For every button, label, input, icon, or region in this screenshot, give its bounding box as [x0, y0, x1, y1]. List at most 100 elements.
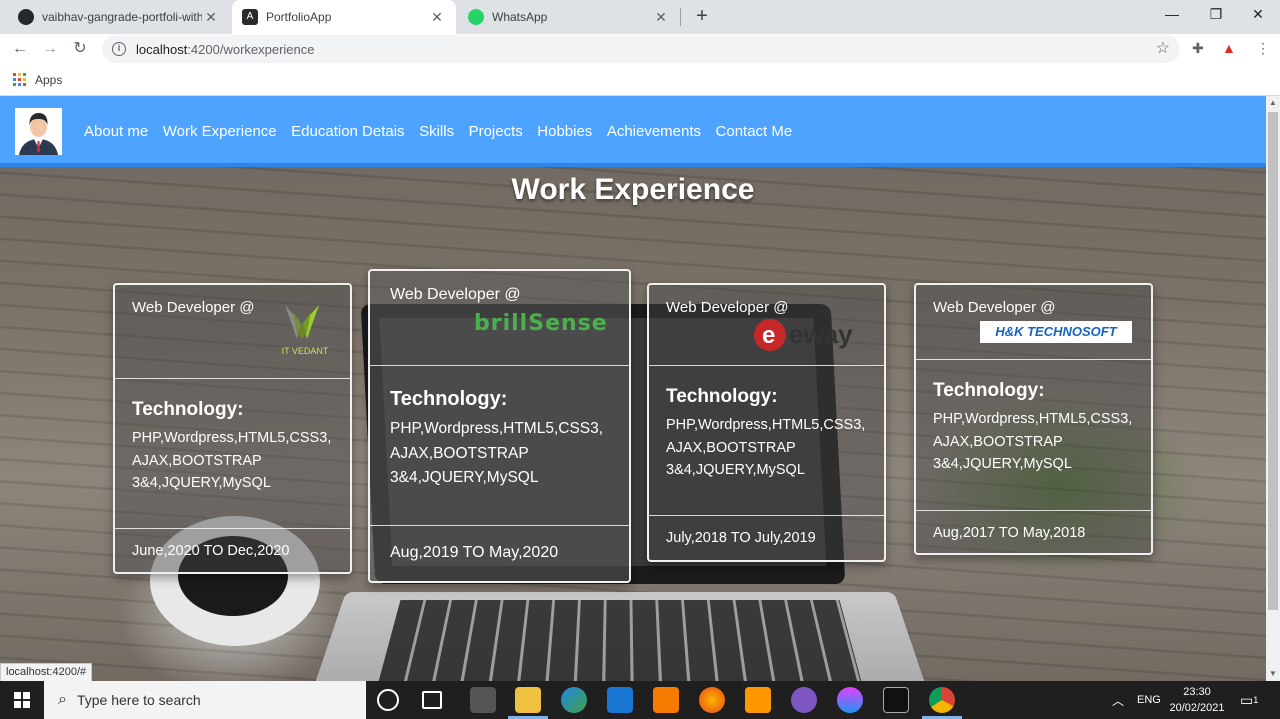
tech-line: AJAX,BOOTSTRAP	[933, 433, 1063, 450]
file-explorer-icon[interactable]	[515, 687, 541, 713]
tab-portfolioapp[interactable]: A PortfolioApp ✕	[232, 0, 456, 34]
experience-card[interactable]: Web Developer @ brillSense Technology: P…	[368, 269, 631, 583]
tab-title: PortfolioApp	[266, 10, 332, 24]
clock[interactable]: 23:30 20/02/2021	[1166, 684, 1228, 716]
search-icon: ⌕	[58, 691, 67, 708]
page-viewport: About me Work Experience Education Detai…	[0, 96, 1266, 681]
start-button[interactable]	[0, 681, 44, 719]
windows-taskbar: ⌕ Type here to search ︿ ENG 23:30 20/02/…	[0, 681, 1280, 719]
drop-app-icon[interactable]	[837, 687, 863, 713]
page-scrollbar[interactable]: ▲ ▼	[1266, 96, 1280, 681]
menu-icon[interactable]: ⋮	[1256, 40, 1270, 57]
purple-app-icon[interactable]	[791, 687, 817, 713]
reload-icon[interactable]: ↻	[69, 38, 91, 60]
nav-link-achievements[interactable]: Achievements	[607, 123, 701, 140]
chrome-icon[interactable]	[929, 687, 955, 713]
tech-title: Technology:	[132, 399, 244, 420]
clock-date: 20/02/2021	[1169, 702, 1225, 714]
tab-github[interactable]: vaibhav-gangrade-portfoli-with-a ✕	[8, 0, 230, 34]
nav-link-contact[interactable]: Contact Me	[716, 123, 793, 140]
laptop-keyboard-image	[312, 591, 928, 681]
taskbar-search[interactable]: ⌕ Type here to search	[44, 681, 366, 719]
clock-time: 23:30	[1183, 686, 1211, 698]
close-icon[interactable]: ✕	[428, 9, 446, 26]
windows-logo-icon	[14, 692, 30, 708]
nav-link-about[interactable]: About me	[84, 123, 148, 140]
svg-text:e: e	[762, 322, 775, 349]
tab-title: vaibhav-gangrade-portfoli-with-a	[42, 10, 202, 24]
notification-icon[interactable]: ▭ 1	[1240, 681, 1258, 719]
status-url-bubble: localhost:4200/#	[0, 663, 93, 682]
experience-card[interactable]: Web Developer @ H&K TECHNOSOFT Technolog…	[914, 283, 1153, 555]
cortana-icon[interactable]	[377, 689, 399, 711]
scroll-thumb[interactable]	[1268, 112, 1278, 610]
card-dates: June,2020 TO Dec,2020	[132, 543, 290, 559]
address-bar[interactable]: i localhost:4200/workexperience	[102, 35, 1180, 63]
back-arrow-icon[interactable]: ←	[9, 38, 31, 60]
forward-arrow-icon[interactable]: →	[39, 38, 61, 60]
scroll-up-arrow-icon[interactable]: ▲	[1266, 96, 1280, 110]
firefox-icon[interactable]	[699, 687, 725, 713]
site-navbar: About me Work Experience Education Detai…	[0, 96, 1266, 167]
whatsapp-icon	[468, 9, 484, 25]
nav-link-skills[interactable]: Skills	[419, 123, 454, 140]
company-logo-itvedant: IT VEDANT	[273, 303, 337, 361]
language-indicator[interactable]: ENG	[1137, 681, 1161, 719]
close-icon[interactable]: ✕	[202, 9, 220, 26]
card-role: Web Developer @	[132, 299, 255, 316]
page-title: Work Experience	[511, 173, 755, 206]
close-window-button[interactable]: ✕	[1236, 0, 1280, 30]
info-icon[interactable]: i	[112, 42, 126, 56]
star-icon[interactable]: ☆	[1156, 38, 1170, 58]
notification-count: 1	[1253, 695, 1259, 705]
experience-card[interactable]: Web Developer @ IT VEDANT Technology: PH…	[113, 283, 352, 574]
tech-line: AJAX,BOOTSTRAP	[132, 452, 262, 469]
scroll-down-arrow-icon[interactable]: ▼	[1266, 667, 1280, 681]
tech-line: PHP,Wordpress,HTML5,CSS3,	[132, 430, 332, 446]
browser-toolbar: ← → ↻ i localhost:4200/workexperience ☆ …	[0, 34, 1280, 64]
company-logo-hk-technosoft: H&K TECHNOSOFT	[980, 321, 1132, 343]
tech-line: PHP,Wordpress,HTML5,CSS3,	[933, 411, 1133, 427]
github-icon	[18, 9, 34, 25]
tech-title: Technology:	[666, 386, 778, 407]
sublime-icon[interactable]	[745, 687, 771, 713]
store-icon[interactable]	[470, 687, 496, 713]
card-dates: Aug,2017 TO May,2018	[933, 525, 1086, 541]
nav-link-projects[interactable]: Projects	[469, 123, 523, 140]
nav-link-hobbies[interactable]: Hobbies	[537, 123, 592, 140]
search-placeholder: Type here to search	[76, 692, 201, 708]
edge-icon[interactable]	[561, 687, 587, 713]
url-text: localhost:4200/workexperience	[136, 42, 315, 57]
card-role: Web Developer @	[666, 299, 789, 316]
card-role: Web Developer @	[390, 286, 521, 303]
avatar-person-icon	[15, 108, 62, 155]
terminal-icon[interactable]	[883, 687, 909, 713]
nav-links: About me Work Experience Education Detai…	[84, 123, 807, 140]
apps-grid-icon[interactable]	[13, 73, 26, 86]
tab-whatsapp[interactable]: WhatsApp ✕	[458, 0, 680, 34]
tech-title: Technology:	[390, 388, 508, 410]
tech-line: PHP,Wordpress,HTML5,CSS3,	[390, 420, 604, 437]
card-dates: Aug,2019 TO May,2020	[390, 544, 559, 561]
apps-bookmark[interactable]: Apps	[35, 73, 62, 87]
tech-line: 3&4,JQUERY,MySQL	[390, 469, 539, 486]
xampp-icon[interactable]	[653, 687, 679, 713]
nav-link-education[interactable]: Education Detais	[291, 123, 404, 140]
nav-link-work-experience[interactable]: Work Experience	[163, 123, 277, 140]
company-logo-eway: e eway	[753, 315, 873, 355]
avatar[interactable]	[15, 108, 62, 155]
extension-red-icon[interactable]: ▲	[1222, 40, 1236, 56]
tray-chevron-icon[interactable]: ︿	[1112, 681, 1124, 719]
close-icon[interactable]: ✕	[652, 9, 670, 26]
maximize-button[interactable]: ❐	[1194, 0, 1238, 30]
tech-list: PHP,Wordpress,HTML5,CSS3, AJAX,BOOTSTRAP…	[132, 427, 333, 495]
task-view-icon[interactable]	[422, 691, 442, 709]
extensions-icon[interactable]: ✚	[1192, 40, 1204, 57]
mail-icon[interactable]	[607, 687, 633, 713]
experience-card[interactable]: Web Developer @ e eway Technology: PHP,W…	[647, 283, 886, 562]
tech-list: PHP,Wordpress,HTML5,CSS3, AJAX,BOOTSTRAP…	[390, 417, 609, 491]
minimize-button[interactable]: —	[1150, 0, 1194, 30]
new-tab-button[interactable]: +	[690, 4, 714, 28]
angular-icon: A	[242, 9, 258, 25]
tech-line: 3&4,JQUERY,MySQL	[132, 475, 271, 491]
